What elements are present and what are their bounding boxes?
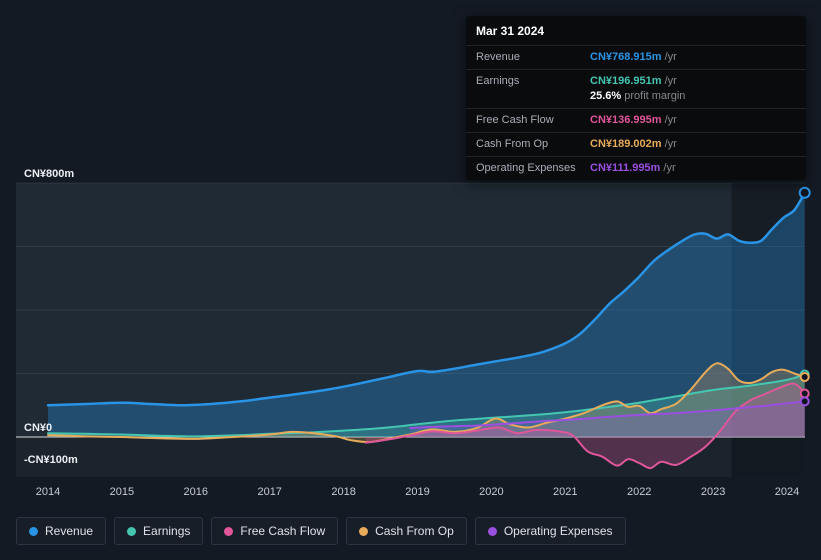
x-axis-label: 2024 xyxy=(775,486,799,498)
legend-label: Earnings xyxy=(143,524,191,538)
legend-dot-cash-from-op xyxy=(359,526,369,536)
legend-item-operating-expenses[interactable]: Operating Expenses xyxy=(474,517,626,545)
legend-item-free-cash-flow[interactable]: Free Cash Flow xyxy=(211,517,339,545)
y-axis-label: -CN¥100m xyxy=(24,454,78,466)
series-endpoint-operating-expenses[interactable] xyxy=(799,396,810,407)
tooltip-row-revenue: Revenue CN¥768.915m /yr xyxy=(466,45,806,69)
x-axis-label: 2021 xyxy=(553,486,577,498)
x-axis-label: 2014 xyxy=(36,486,60,498)
legend-dot-free-cash-flow xyxy=(224,526,234,536)
chart-legend: Revenue Earnings Free Cash Flow Cash From O… xyxy=(16,517,626,545)
tooltip-row-label: Earnings xyxy=(476,75,520,87)
tooltip-row-cash-from-op: Cash From Op CN¥189.002m /yr xyxy=(466,132,806,156)
tooltip-row-earnings: Earnings CN¥196.951m /yr 25.6% profit marg… xyxy=(466,69,806,108)
legend-label: Operating Expenses xyxy=(503,524,613,538)
legend-dot-revenue xyxy=(29,526,38,536)
tooltip-row-value: CN¥111.995m /yr xyxy=(590,162,676,174)
legend-label: Revenue xyxy=(45,524,94,538)
tooltip-row-label: Revenue xyxy=(476,51,521,63)
chart-tooltip: Mar 31 2024 Revenue CN¥768.915m /yr Earnin… xyxy=(466,16,806,180)
tooltip-row-value: CN¥196.951m /yr 25.6% profit margin xyxy=(590,74,796,104)
legend-item-cash-from-op[interactable]: Cash From Op xyxy=(346,517,467,545)
x-axis-label: 2019 xyxy=(405,486,429,498)
x-axis-label: 2018 xyxy=(331,486,355,498)
x-axis-label: 2022 xyxy=(627,486,651,498)
x-axis-label: 2023 xyxy=(701,486,725,498)
tooltip-row-operating-expenses: Operating Expenses CN¥111.995m /yr xyxy=(466,156,806,180)
legend-label: Free Cash Flow xyxy=(240,524,326,538)
x-axis-label: 2020 xyxy=(479,486,503,498)
tooltip-row-free-cash-flow: Free Cash Flow CN¥136.995m /yr xyxy=(466,108,806,132)
legend-dot-earnings xyxy=(127,526,137,536)
tooltip-row-label: Cash From Op xyxy=(476,138,549,150)
series-endpoint-revenue[interactable] xyxy=(798,186,811,199)
x-axis-label: 2016 xyxy=(184,486,208,498)
tooltip-row-value: CN¥768.915m /yr xyxy=(590,51,677,63)
x-axis-label: 2017 xyxy=(257,486,281,498)
tooltip-row-label: Free Cash Flow xyxy=(476,114,554,126)
tooltip-rows: Revenue CN¥768.915m /yr Earnings CN¥196.951… xyxy=(466,45,806,180)
y-axis-label: CN¥0 xyxy=(24,422,52,434)
tooltip-row-value: CN¥189.002m /yr xyxy=(590,138,677,150)
tooltip-row-label: Operating Expenses xyxy=(476,162,576,174)
series-endpoint-cash-from-op[interactable] xyxy=(799,372,810,382)
y-axis-label: CN¥800m xyxy=(24,168,74,180)
chart-page: CN¥800m CN¥0 -CN¥100m 2014 2015 2016 2017 2018 2… xyxy=(0,0,821,560)
legend-dot-operating-expenses xyxy=(487,526,497,536)
tooltip-row-value: CN¥136.995m /yr xyxy=(590,114,677,126)
profit-margin-line: 25.6% profit margin xyxy=(590,90,686,102)
legend-item-revenue[interactable]: Revenue xyxy=(16,517,107,545)
x-axis-label: 2015 xyxy=(110,486,134,498)
tooltip-date: Mar 31 2024 xyxy=(476,24,545,38)
series-endpoint-free-cash-flow[interactable] xyxy=(799,388,810,399)
legend-label: Cash From Op xyxy=(375,524,454,538)
legend-item-earnings[interactable]: Earnings xyxy=(114,517,204,545)
